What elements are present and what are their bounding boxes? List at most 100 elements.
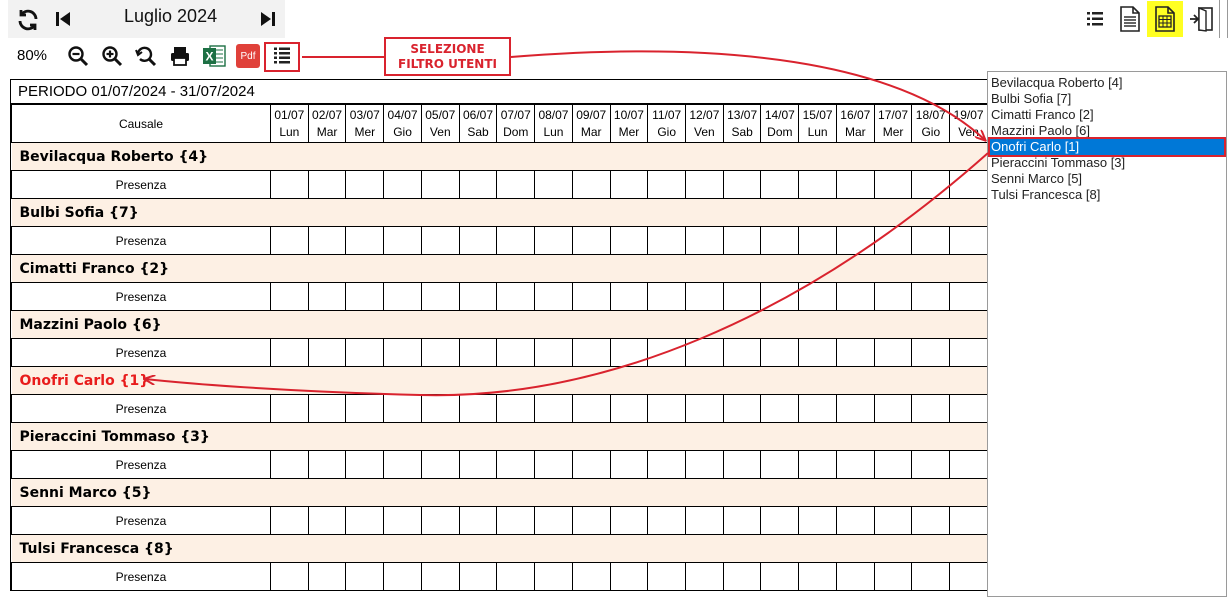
presence-cell[interactable] bbox=[873, 450, 913, 479]
presence-cell[interactable] bbox=[685, 450, 724, 479]
presence-cell[interactable] bbox=[534, 394, 573, 423]
document-icon[interactable] bbox=[1115, 4, 1145, 34]
presence-cell[interactable] bbox=[458, 226, 498, 255]
presence-cell[interactable] bbox=[949, 506, 988, 535]
presence-cell[interactable] bbox=[534, 226, 573, 255]
presence-cell[interactable] bbox=[609, 506, 649, 535]
user-list-item[interactable]: Bulbi Sofia [7] bbox=[988, 91, 1226, 107]
presence-cell[interactable] bbox=[534, 282, 573, 311]
presence-cell[interactable] bbox=[345, 394, 385, 423]
presence-cell[interactable] bbox=[496, 506, 536, 535]
user-list-item[interactable]: Mazzini Paolo [6] bbox=[988, 123, 1226, 139]
presence-cell[interactable] bbox=[496, 338, 536, 367]
presence-cell[interactable] bbox=[383, 282, 422, 311]
presence-cell[interactable] bbox=[458, 394, 498, 423]
presence-cell[interactable] bbox=[458, 450, 498, 479]
presence-cell[interactable] bbox=[383, 338, 422, 367]
user-list-item[interactable]: Bevilacqua Roberto [4] bbox=[988, 75, 1226, 91]
presence-cell[interactable] bbox=[798, 170, 837, 199]
presence-cell[interactable] bbox=[307, 562, 347, 591]
presence-cell[interactable] bbox=[534, 506, 573, 535]
presence-cell[interactable] bbox=[722, 506, 762, 535]
presence-cell[interactable] bbox=[269, 562, 309, 591]
presence-cell[interactable] bbox=[269, 170, 309, 199]
presence-cell[interactable] bbox=[647, 562, 687, 591]
presence-cell[interactable] bbox=[383, 506, 422, 535]
user-list-item[interactable]: Senni Marco [5] bbox=[988, 171, 1226, 187]
presence-cell[interactable] bbox=[307, 170, 347, 199]
presence-cell[interactable] bbox=[571, 338, 611, 367]
presence-cell[interactable] bbox=[420, 338, 460, 367]
presence-cell[interactable] bbox=[571, 450, 611, 479]
presence-cell[interactable] bbox=[760, 170, 800, 199]
presence-cell[interactable] bbox=[458, 282, 498, 311]
presence-cell[interactable] bbox=[647, 394, 687, 423]
previous-month-icon[interactable] bbox=[52, 8, 74, 30]
presence-cell[interactable] bbox=[911, 338, 951, 367]
presence-cell[interactable] bbox=[760, 394, 800, 423]
presence-cell[interactable] bbox=[873, 338, 913, 367]
presence-cell[interactable] bbox=[835, 394, 875, 423]
presence-cell[interactable] bbox=[685, 506, 724, 535]
presence-cell[interactable] bbox=[458, 338, 498, 367]
presence-cell[interactable] bbox=[269, 394, 309, 423]
zoom-in-icon[interactable] bbox=[99, 43, 125, 69]
presence-cell[interactable] bbox=[798, 506, 837, 535]
refresh-icon[interactable] bbox=[14, 6, 42, 34]
user-list-item[interactable]: Tulsi Francesca [8] bbox=[988, 187, 1226, 203]
presence-cell[interactable] bbox=[458, 170, 498, 199]
spreadsheet-icon[interactable] bbox=[1150, 4, 1180, 34]
presence-cell[interactable] bbox=[873, 394, 913, 423]
presence-cell[interactable] bbox=[609, 394, 649, 423]
presence-cell[interactable] bbox=[307, 338, 347, 367]
presence-cell[interactable] bbox=[647, 226, 687, 255]
presence-cell[interactable] bbox=[458, 562, 498, 591]
presence-cell[interactable] bbox=[798, 338, 837, 367]
presence-cell[interactable] bbox=[722, 562, 762, 591]
presence-cell[interactable] bbox=[420, 394, 460, 423]
presence-cell[interactable] bbox=[760, 562, 800, 591]
presence-cell[interactable] bbox=[835, 338, 875, 367]
presence-cell[interactable] bbox=[345, 338, 385, 367]
presence-cell[interactable] bbox=[496, 170, 536, 199]
presence-cell[interactable] bbox=[307, 226, 347, 255]
presence-cell[interactable] bbox=[835, 506, 875, 535]
presence-cell[interactable] bbox=[420, 562, 460, 591]
presence-cell[interactable] bbox=[911, 394, 951, 423]
presence-cell[interactable] bbox=[835, 562, 875, 591]
presence-cell[interactable] bbox=[571, 394, 611, 423]
presence-cell[interactable] bbox=[798, 226, 837, 255]
presence-cell[interactable] bbox=[835, 282, 875, 311]
presence-cell[interactable] bbox=[685, 282, 724, 311]
presence-cell[interactable] bbox=[949, 226, 988, 255]
print-icon[interactable] bbox=[167, 43, 193, 69]
presence-cell[interactable] bbox=[949, 394, 988, 423]
presence-cell[interactable] bbox=[949, 450, 988, 479]
presence-cell[interactable] bbox=[269, 226, 309, 255]
presence-cell[interactable] bbox=[873, 226, 913, 255]
presence-cell[interactable] bbox=[609, 338, 649, 367]
presence-cell[interactable] bbox=[949, 282, 988, 311]
presence-cell[interactable] bbox=[609, 170, 649, 199]
presence-cell[interactable] bbox=[835, 450, 875, 479]
presence-cell[interactable] bbox=[911, 282, 951, 311]
presence-cell[interactable] bbox=[420, 282, 460, 311]
presence-cell[interactable] bbox=[609, 450, 649, 479]
presence-cell[interactable] bbox=[307, 282, 347, 311]
presence-cell[interactable] bbox=[571, 226, 611, 255]
presence-cell[interactable] bbox=[647, 338, 687, 367]
presence-cell[interactable] bbox=[383, 170, 422, 199]
presence-cell[interactable] bbox=[496, 226, 536, 255]
presence-cell[interactable] bbox=[873, 170, 913, 199]
presence-cell[interactable] bbox=[647, 282, 687, 311]
presence-cell[interactable] bbox=[647, 506, 687, 535]
presence-cell[interactable] bbox=[949, 562, 988, 591]
presence-cell[interactable] bbox=[571, 506, 611, 535]
presence-cell[interactable] bbox=[949, 170, 988, 199]
presence-cell[interactable] bbox=[534, 450, 573, 479]
presence-cell[interactable] bbox=[534, 170, 573, 199]
presence-cell[interactable] bbox=[420, 450, 460, 479]
presence-cell[interactable] bbox=[685, 562, 724, 591]
presence-cell[interactable] bbox=[949, 338, 988, 367]
presence-cell[interactable] bbox=[420, 170, 460, 199]
